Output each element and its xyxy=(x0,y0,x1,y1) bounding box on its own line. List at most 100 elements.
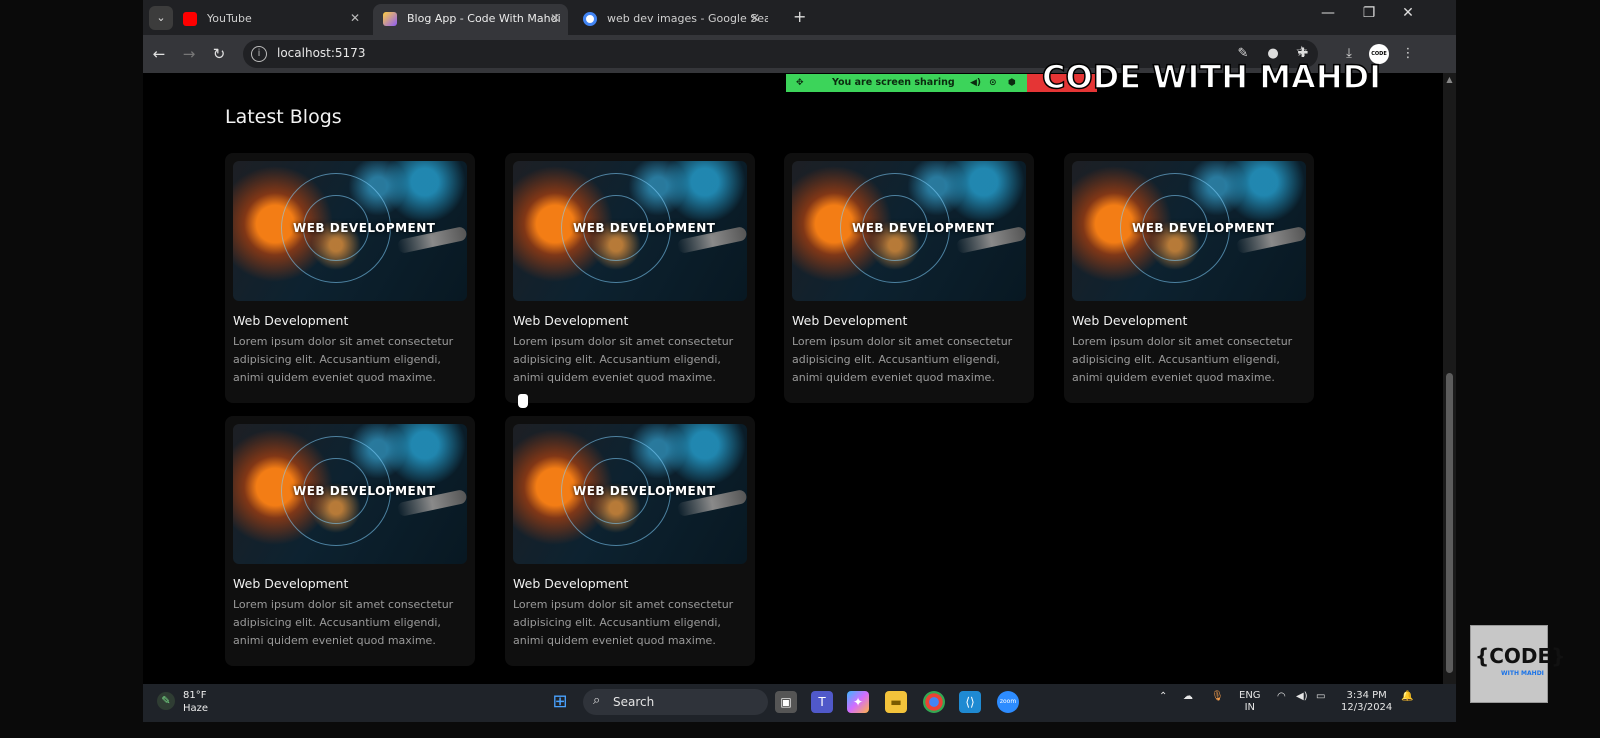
teams-icon[interactable]: T xyxy=(811,691,833,713)
clock[interactable]: 3:34 PM 12/3/2024 xyxy=(1341,690,1392,714)
blog-card-description: Lorem ipsum dolor sit amet consectetur a… xyxy=(792,335,1013,384)
notifications-icon[interactable]: 🔔 xyxy=(1401,691,1413,703)
image-caption: WEB DEVELOPMENT xyxy=(573,221,716,235)
tab-search-button[interactable]: ⌄ xyxy=(149,6,173,30)
volume-icon[interactable]: ◀) xyxy=(1296,691,1308,703)
forward-icon[interactable]: → xyxy=(178,43,200,65)
blog-card[interactable]: WEB DEVELOPMENT Web Development Lorem ipsu… xyxy=(784,153,1034,403)
blog-card-image: WEB DEVELOPMENT xyxy=(513,424,747,564)
blog-card[interactable]: WEB DEVELOPMENT Web Development Lorem ipsu… xyxy=(505,153,755,403)
task-view-icon[interactable]: ▣ xyxy=(775,691,797,713)
blog-card-description: Lorem ipsum dolor sit amet consectetur a… xyxy=(1072,335,1293,384)
windows-start-icon[interactable]: ⊞ xyxy=(549,691,571,713)
page-viewport: Latest Blogs WEB DEVELOPMENT Web Developm… xyxy=(143,73,1443,698)
blog-card-title[interactable]: Web Development xyxy=(513,576,628,591)
blog-card-image: WEB DEVELOPMENT xyxy=(792,161,1026,301)
page-heading: Latest Blogs xyxy=(225,106,342,128)
copilot-icon[interactable]: ✦ xyxy=(847,691,869,713)
channel-logo: {CODE} WITH MAHDI xyxy=(1470,625,1565,703)
onedrive-icon[interactable]: ☁ xyxy=(1183,691,1193,703)
weather-icon[interactable]: ✎ xyxy=(157,692,175,710)
file-explorer-icon[interactable]: ▬ xyxy=(885,691,907,713)
blog-card-description: Lorem ipsum dolor sit amet consectetur a… xyxy=(233,335,454,384)
vscode-icon[interactable]: ⟨⟩ xyxy=(959,691,981,713)
language-indicator[interactable]: ENG IN xyxy=(1239,690,1261,714)
chrome-icon[interactable] xyxy=(923,691,945,713)
blog-card[interactable]: WEB DEVELOPMENT Web Development Lorem ipsu… xyxy=(1064,153,1314,403)
tab-label: YouTube xyxy=(207,12,252,25)
blog-card[interactable]: WEB DEVELOPMENT Web Development Lorem ipsu… xyxy=(225,153,475,403)
image-caption: WEB DEVELOPMENT xyxy=(1132,221,1275,235)
drag-handle-icon[interactable]: ✥ xyxy=(796,74,804,92)
tab-label: web dev images - Google Searc xyxy=(607,12,768,25)
weather-widget[interactable]: 81°F Haze xyxy=(183,689,208,715)
back-icon[interactable]: ← xyxy=(148,43,170,65)
windows-taskbar: ✎ 81°F Haze ⊞ ⌕ Search ▣ T ✦ ▬ ⟨⟩ zoom ⌃… xyxy=(143,684,1456,722)
mouse-cursor xyxy=(518,394,528,408)
language-region: IN xyxy=(1244,702,1255,713)
blog-card-title[interactable]: Web Development xyxy=(513,313,628,328)
speaker-icon[interactable]: ◀) xyxy=(970,74,981,92)
close-tab-icon[interactable]: ✕ xyxy=(750,4,760,33)
search-icon: ⌕ xyxy=(593,693,601,708)
tab-bar: ⌄ YouTube ✕ Blog App - Code With Mahdi ✕… xyxy=(143,0,1456,35)
clock-time: 3:34 PM xyxy=(1346,690,1387,701)
blog-card-description: Lorem ipsum dolor sit amet consectetur a… xyxy=(513,598,734,647)
close-tab-icon[interactable]: ✕ xyxy=(350,4,360,33)
clock-date: 12/3/2024 xyxy=(1341,702,1393,713)
site-info-icon[interactable]: i xyxy=(251,46,267,62)
taskbar-search[interactable]: ⌕ Search xyxy=(583,689,768,715)
blog-card-image: WEB DEVELOPMENT xyxy=(233,424,467,564)
scrollbar-thumb[interactable] xyxy=(1446,373,1453,673)
blog-card-description: Lorem ipsum dolor sit amet consectetur a… xyxy=(233,598,454,647)
blog-card-image: WEB DEVELOPMENT xyxy=(1072,161,1306,301)
restore-icon[interactable]: ❐ xyxy=(1354,5,1384,21)
blog-card[interactable]: WEB DEVELOPMENT Web Development Lorem ipsu… xyxy=(505,416,755,666)
pause-icon[interactable]: ⊙ xyxy=(989,74,997,92)
tab-label: Blog App - Code With Mahdi xyxy=(407,12,561,25)
tray-overflow-icon[interactable]: ⌃ xyxy=(1159,691,1167,703)
search-label: Search xyxy=(613,695,655,709)
channel-watermark: CODE WITH MAHDI xyxy=(1041,57,1382,97)
screen-share-bar: ✥ You are screen sharing ◀) ⊙ ⬢ xyxy=(786,74,1041,92)
logo-main-text: {CODE} xyxy=(1475,644,1566,668)
tab-google-search[interactable]: web dev images - Google Searc ✕ xyxy=(573,4,768,35)
share-status-text: You are screen sharing xyxy=(832,77,955,88)
microphone-icon[interactable]: 🎙 xyxy=(1211,691,1224,703)
new-tab-icon[interactable]: + xyxy=(793,6,806,28)
image-caption: WEB DEVELOPMENT xyxy=(293,221,436,235)
blog-card-title[interactable]: Web Development xyxy=(233,313,348,328)
close-window-icon[interactable]: ✕ xyxy=(1393,5,1423,21)
page-scrollbar[interactable]: ▲ ▼ xyxy=(1443,73,1456,698)
blog-card[interactable]: WEB DEVELOPMENT Web Development Lorem ipsu… xyxy=(225,416,475,666)
image-caption: WEB DEVELOPMENT xyxy=(293,484,436,498)
weather-temp: 81°F xyxy=(183,690,207,701)
url-text: localhost:5173 xyxy=(277,46,366,60)
close-tab-icon[interactable]: ✕ xyxy=(550,4,560,33)
blog-card-image: WEB DEVELOPMENT xyxy=(513,161,747,301)
youtube-icon xyxy=(183,12,197,26)
wifi-icon[interactable]: ◠ xyxy=(1277,691,1286,703)
blog-card-title[interactable]: Web Development xyxy=(233,576,348,591)
blog-card-title[interactable]: Web Development xyxy=(792,313,907,328)
battery-icon[interactable]: ▭ xyxy=(1316,691,1325,703)
blog-card-image: WEB DEVELOPMENT xyxy=(233,161,467,301)
reload-icon[interactable]: ↻ xyxy=(208,43,230,65)
image-caption: WEB DEVELOPMENT xyxy=(573,484,716,498)
browser-window: ⌄ YouTube ✕ Blog App - Code With Mahdi ✕… xyxy=(143,0,1456,698)
tab-youtube[interactable]: YouTube ✕ xyxy=(173,4,368,35)
shield-icon[interactable]: ⬢ xyxy=(1008,74,1016,92)
scroll-up-icon[interactable]: ▲ xyxy=(1445,75,1454,84)
zoom-icon[interactable]: zoom xyxy=(997,691,1019,713)
tab-blog-app[interactable]: Blog App - Code With Mahdi ✕ xyxy=(373,4,568,35)
blog-card-title[interactable]: Web Development xyxy=(1072,313,1187,328)
minimize-icon[interactable]: — xyxy=(1313,5,1343,21)
menu-kebab-icon[interactable]: ⋮ xyxy=(1398,44,1418,64)
logo-sub-text: WITH MAHDI xyxy=(1501,670,1544,677)
blog-card-description: Lorem ipsum dolor sit amet consectetur a… xyxy=(513,335,734,384)
google-icon xyxy=(583,12,597,26)
desktop: ⌄ YouTube ✕ Blog App - Code With Mahdi ✕… xyxy=(0,0,1600,738)
image-caption: WEB DEVELOPMENT xyxy=(852,221,995,235)
language-code: ENG xyxy=(1239,690,1261,701)
vite-icon xyxy=(383,12,397,26)
